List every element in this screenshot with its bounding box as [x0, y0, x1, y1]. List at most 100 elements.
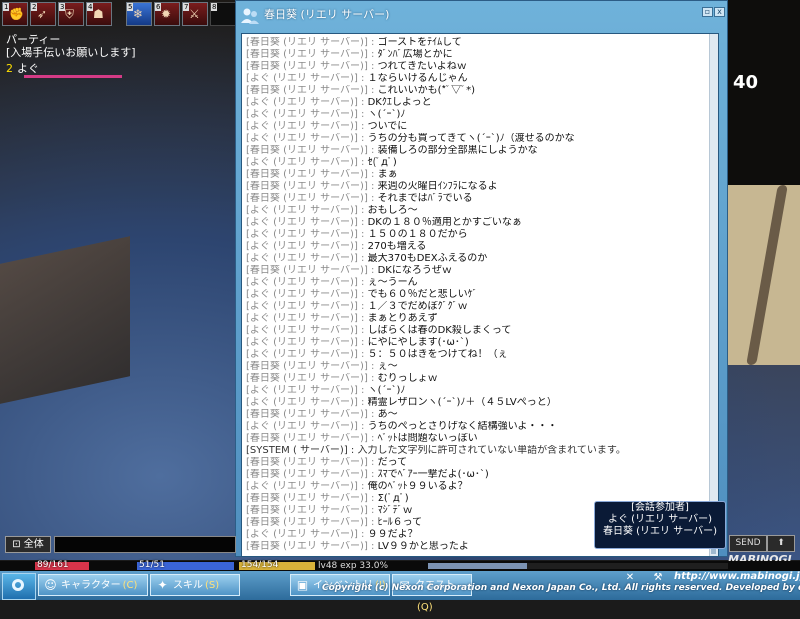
minimap-panel[interactable]: [728, 185, 800, 365]
hotkey-slot-1[interactable]: 1 ✊: [2, 2, 28, 26]
chat-message-text: うちのぺっとさりげなく結構強いよ・・・: [367, 421, 558, 432]
chat-message: [よぐ (リエリ サーバー)] : ついでに: [246, 121, 706, 133]
chat-message-separator: :: [367, 493, 378, 504]
chat-message-sender: [よぐ (リエリ サーバー)]: [246, 157, 358, 168]
exp-bar-fill: [428, 563, 527, 569]
chat-message-text: １ならいけるんじゃん: [367, 73, 468, 84]
chat-message-separator: :: [367, 61, 378, 72]
chat-message-separator: :: [367, 505, 378, 516]
chat-message-text: 最大370もDEXふえるのか: [367, 253, 488, 264]
chat-message-text: Σ(ﾟдﾟ): [377, 493, 409, 504]
chat-message-text: でも６０％だと悲しいｹﾞ: [367, 289, 478, 300]
chat-expand-button[interactable]: ⬆: [767, 535, 795, 552]
chat-message-separator: :: [357, 385, 368, 396]
skill-icon: ✦: [157, 578, 168, 592]
chat-message-sender: [よぐ (リエリ サーバー)]: [246, 385, 358, 396]
chat-message-sender: [よぐ (リエリ サーバー)]: [246, 253, 358, 264]
chat-log[interactable]: [春日葵 (リエリ サーバー)] : ゴーストをﾃｲﾑして [春日葵 (リエリ サ…: [241, 33, 719, 557]
chat-message-sender: [よぐ (リエリ サーバー)]: [246, 325, 358, 336]
chat-message: [春日葵 (リエリ サーバー)] : ゴーストをﾃｲﾑして: [246, 37, 706, 49]
kick-icon: ➶: [37, 7, 48, 21]
skill-label: スキル: [173, 580, 203, 591]
mp-value: 51/51: [139, 560, 165, 570]
chat-message-sender: [春日葵 (リエリ サーバー)]: [246, 409, 368, 420]
chat-message: [春日葵 (リエリ サーバー)] : ﾀﾞﾝﾊﾞ広場とかに: [246, 49, 706, 61]
chat-channel-label: 全体: [23, 539, 44, 550]
website-url: http://www.mabinogi.jp: [674, 571, 800, 582]
chat-message: [春日葵 (リエリ サーバー)] : DKになろうぜｗ: [246, 265, 706, 277]
chat-input-field[interactable]: [54, 536, 236, 553]
party-title: パーティー: [6, 33, 61, 46]
shield-icon: ⛨: [65, 7, 75, 21]
character-label: キャラクター: [61, 580, 121, 591]
tools-icon[interactable]: ⚒: [648, 573, 668, 583]
chat-message-text: ﾋｰﾙ６って: [377, 517, 423, 528]
crossed-swords-icon[interactable]: ✕: [620, 573, 640, 583]
chat-message-text: DKの１８０％適用とかすごいなぁ: [367, 217, 522, 228]
exp-bar: [428, 563, 728, 569]
hotkey-slot-6[interactable]: 6 ✹: [154, 2, 180, 26]
inventory-icon: ▣: [296, 578, 309, 592]
stamina-value: 154/154: [241, 560, 279, 570]
chat-message: [よぐ (リエリ サーバー)] : DKの１８０％適用とかすごいなぁ: [246, 217, 706, 229]
party-member-name: よぐ: [17, 62, 39, 75]
hotkey-slot-5[interactable]: 5 ❄: [126, 2, 152, 26]
hp-value: 89/161: [37, 560, 69, 570]
chat-message-sender: [春日葵 (リエリ サーバー)]: [246, 517, 368, 528]
minimize-button[interactable]: ▫: [702, 7, 713, 17]
close-button[interactable]: x: [714, 7, 725, 17]
party-panel[interactable]: パーティー [入場手伝いお願いします] 2 よぐ: [6, 33, 136, 78]
chat-message-sender: [春日葵 (リエリ サーバー)]: [246, 37, 368, 48]
party-subtitle: [入場手伝いお願いします]: [6, 46, 136, 59]
hotkey-slot-3[interactable]: 3 ⛨: [58, 2, 84, 26]
chat-scrollbar[interactable]: [709, 34, 718, 556]
chat-message-separator: :: [357, 157, 368, 168]
chat-message-separator: :: [367, 169, 378, 180]
chat-message-sender: [よぐ (リエリ サーバー)]: [246, 289, 358, 300]
send-button[interactable]: SEND: [729, 535, 767, 552]
chat-message: [よぐ (リエリ サーバー)] : うちの分も買ってきてヽ(´ｰ`)ﾉ（渡せるの…: [246, 133, 706, 145]
chat-message-separator: :: [357, 253, 368, 264]
status-bars: 89/161 51/51 154/154 lv48 exp 33.0%: [0, 561, 800, 571]
chat-message-sender: [春日葵 (リエリ サーバー)]: [246, 145, 368, 156]
rock-terrain: [0, 236, 130, 404]
chat-message-text: １５０の１８０だから: [367, 229, 468, 240]
chat-window-header[interactable]: 春日葵 (リエリ サーバー) ▫ x: [236, 1, 727, 31]
chat-message-text: DKｸｴしよっと: [367, 97, 432, 108]
chat-message-sender: [春日葵 (リエリ サーバー)]: [246, 49, 368, 60]
character-button[interactable]: ☺ キャラクター (C): [38, 574, 148, 596]
chat-message: [よぐ (リエリ サーバー)] : DKｸｴしよっと: [246, 97, 706, 109]
chat-message-separator: :: [357, 301, 368, 312]
chat-message: [よぐ (リエリ サーバー)] : でも６０％だと悲しいｹﾞ: [246, 289, 706, 301]
chat-message-text: DKになろうぜｗ: [377, 265, 452, 276]
chat-message: [よぐ (リエリ サーバー)] : １５０の１８０だから: [246, 229, 706, 241]
chat-message-separator: :: [367, 49, 378, 60]
chat-message-separator: :: [357, 325, 368, 336]
chat-message: [よぐ (リエリ サーバー)] : ぇ～うーん: [246, 277, 706, 289]
chat-message: [よぐ (リエリ サーバー)] : １／３でだめぽｸﾞｸﾞｗ: [246, 301, 706, 313]
character-shortcut: (C): [122, 580, 138, 591]
chat-message-text: まぁとりあえず: [367, 313, 438, 324]
chat-message-sender: [よぐ (リエリ サーバー)]: [246, 481, 358, 492]
chat-message: [春日葵 (リエリ サーバー)] : つれてきたいよねｗ: [246, 61, 706, 73]
chat-message-text: にやにやします(･ω･`): [367, 337, 469, 348]
chat-message-sender: [春日葵 (リエリ サーバー)]: [246, 433, 368, 444]
chat-message-separator: :: [367, 457, 378, 468]
chat-message-sender: [春日葵 (リエリ サーバー)]: [246, 505, 368, 516]
main-menu-button[interactable]: [2, 573, 36, 600]
chat-message: [よぐ (リエリ サーバー)] : ５：５０はきをつけてね！（ぇ: [246, 349, 706, 361]
chat-message-sender: [春日葵 (リエリ サーバー)]: [246, 469, 368, 480]
chat-message-sender: [よぐ (リエリ サーバー)]: [246, 337, 358, 348]
skill-button[interactable]: ✦ スキル (S): [150, 574, 240, 596]
whisper-chat-window[interactable]: 春日葵 (リエリ サーバー) ▫ x [春日葵 (リエリ サーバー)] : ゴー…: [235, 0, 728, 557]
chat-channel-button[interactable]: ⊡ 全体: [5, 536, 51, 553]
hotkey-slot-8[interactable]: 8: [210, 2, 236, 26]
hotkey-slot-2[interactable]: 2 ➶: [30, 2, 56, 26]
chat-message-text: 精霊レザロンヽ(´ｰ`)ﾉ＋（４５LVぺっと）: [367, 397, 557, 408]
hotkey-slot-7[interactable]: 7 ⚔: [182, 2, 208, 26]
chat-message-text: ﾀﾞﾝﾊﾞ広場とかに: [377, 49, 453, 60]
hotkey-slot-4[interactable]: 4 ☗: [86, 2, 112, 26]
chat-message-separator: :: [367, 373, 378, 384]
chat-message-text: これいいかも(*ﾟ▽ﾟ*): [377, 85, 476, 96]
party-member[interactable]: 2 よぐ: [6, 62, 136, 75]
